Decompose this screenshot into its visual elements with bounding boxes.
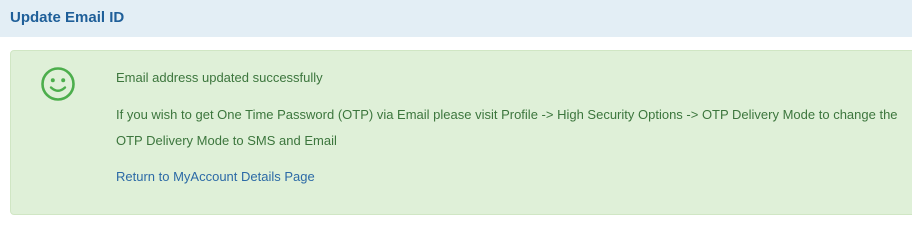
- success-alert: Email address updated successfully If yo…: [10, 50, 912, 215]
- smiley-icon: [40, 66, 76, 102]
- success-message: Email address updated successfully: [116, 70, 323, 85]
- otp-info-message: If you wish to get One Time Password (OT…: [116, 107, 898, 148]
- page-header: Update Email ID: [0, 0, 912, 37]
- page-title: Update Email ID: [10, 9, 125, 26]
- return-to-account-link[interactable]: Return to MyAccount Details Page: [116, 164, 315, 190]
